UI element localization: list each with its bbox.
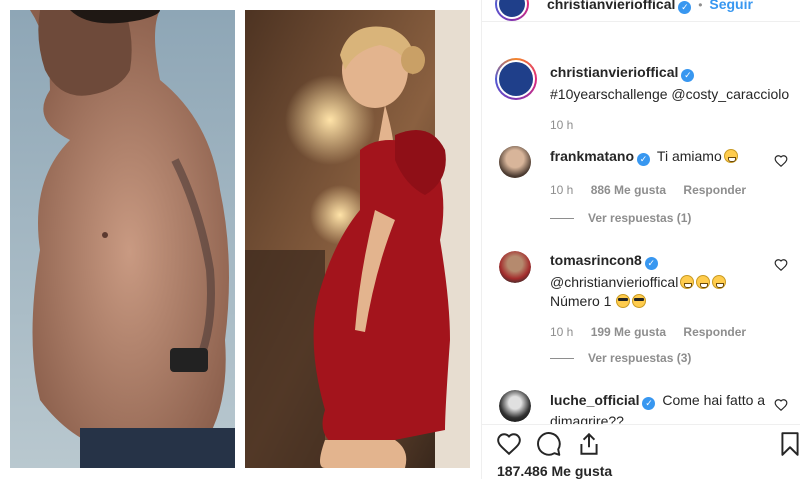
comment-likes[interactable]: 886 Me gusta (591, 183, 666, 197)
post-header: christianvierioffical ✓ • Seguir (482, 0, 800, 22)
comment-time: 10 h (550, 325, 574, 339)
grinning-face-icon (712, 275, 727, 289)
comment-avatar[interactable] (499, 390, 531, 422)
replies-line (550, 358, 574, 360)
view-replies-button[interactable]: Ver respuestas (3) (550, 351, 691, 365)
author-username[interactable]: christianvierioffical (547, 0, 675, 12)
grinning-face-icon (680, 275, 695, 289)
cool-face-icon (616, 294, 631, 308)
comment-item: frankmatano ✓ Ti amiamo 10 h 886 Me gusta… (550, 148, 775, 197)
header-separator: • (698, 0, 703, 12)
heart-icon[interactable] (774, 398, 788, 412)
cool-face-icon (632, 294, 647, 308)
photo-after-image (245, 10, 470, 468)
bookmark-icon[interactable] (777, 431, 800, 457)
heart-icon[interactable] (496, 431, 522, 457)
view-replies-label: Ver respuestas (3) (588, 351, 692, 365)
grinning-face-icon (723, 149, 738, 163)
grinning-face-icon (696, 275, 711, 289)
heart-icon[interactable] (774, 154, 788, 168)
follow-button[interactable]: Seguir (709, 0, 753, 12)
comment-avatar[interactable] (499, 146, 531, 178)
caption-username[interactable]: christianvierioffical (550, 64, 678, 80)
verified-badge-icon: ✓ (681, 69, 695, 82)
likes-count[interactable]: 187.486 Me gusta (497, 463, 612, 479)
comment-username[interactable]: frankmatano (550, 148, 634, 164)
reply-button[interactable]: Responder (683, 325, 746, 339)
comment-text: @christianvierioffical (550, 274, 679, 290)
comment-icon[interactable] (536, 431, 562, 457)
verified-badge-icon: ✓ (637, 153, 651, 166)
comment-item: tomasrincon8 ✓ @christianvierioffical Núm… (550, 252, 775, 339)
comment-meta: 10 h 199 Me gusta Responder (550, 325, 775, 339)
comment-likes[interactable]: 199 Me gusta (591, 325, 666, 339)
view-replies-button[interactable]: Ver respuestas (1) (550, 211, 691, 225)
photo-after (245, 10, 470, 468)
heart-icon[interactable] (774, 258, 788, 272)
comment-time: 10 h (550, 183, 574, 197)
reply-button[interactable]: Responder (683, 183, 746, 197)
comment-text: Ti amiamo (656, 148, 722, 164)
comment-text: Come hai fatto a (662, 392, 766, 408)
verified-badge-icon: ✓ (678, 1, 692, 14)
caption-avatar[interactable] (495, 58, 537, 100)
comment-username[interactable]: luche_official (550, 392, 639, 408)
comment-avatar[interactable] (499, 251, 531, 283)
post-media[interactable] (0, 0, 481, 479)
caption: christianvierioffical ✓ #10yearschallenge… (550, 64, 795, 132)
caption-time: 10 h (550, 118, 574, 132)
photo-before (10, 10, 235, 468)
view-replies-label: Ver respuestas (1) (588, 211, 692, 225)
verified-badge-icon: ✓ (644, 257, 658, 270)
post-sidebar: christianvierioffical ✓ • Seguir christia… (481, 0, 800, 479)
replies-line (550, 218, 574, 220)
author-avatar[interactable] (495, 0, 529, 21)
comment-username[interactable]: tomasrincon8 (550, 252, 642, 268)
comment-meta: 10 h 886 Me gusta Responder (550, 183, 775, 197)
comment-text-line2: Número 1 (550, 293, 612, 309)
photo-before-image (10, 10, 235, 468)
caption-text: #10yearschallenge @costy_caracciolo (550, 86, 790, 102)
verified-badge-icon: ✓ (642, 397, 656, 410)
action-bar: 187.486 Me gusta (482, 424, 800, 479)
share-icon[interactable] (576, 431, 602, 457)
instagram-post: christianvierioffical ✓ • Seguir christia… (0, 0, 800, 479)
